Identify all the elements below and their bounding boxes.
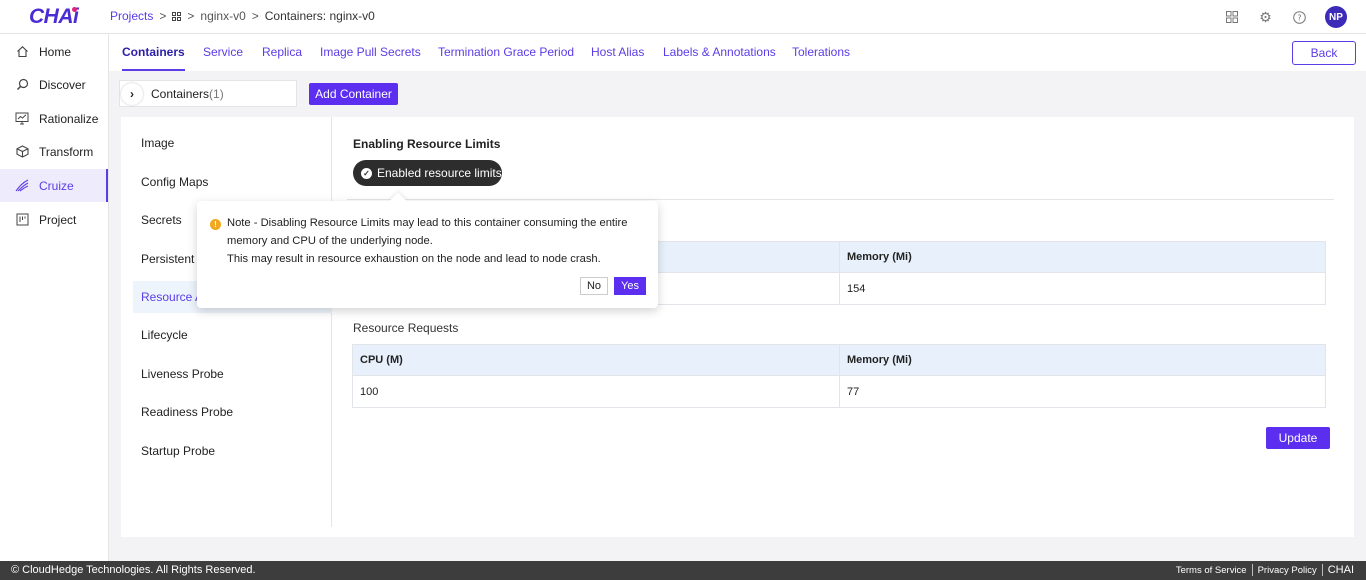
footer-brand: CHAI xyxy=(1327,564,1354,576)
sidebar-item-cruize[interactable]: Cruize xyxy=(0,169,108,202)
rationalize-icon xyxy=(14,111,30,127)
subnav-item-config-maps[interactable]: Config Maps xyxy=(133,166,332,198)
cruize-icon xyxy=(14,178,30,194)
help-icon[interactable]: ? xyxy=(1291,9,1308,26)
sidebar-item-rationalize[interactable]: Rationalize xyxy=(0,102,108,135)
limit-memory-value[interactable]: 154 xyxy=(839,273,1325,304)
tab-service[interactable]: Service xyxy=(203,45,243,59)
breadcrumb-separator: > xyxy=(187,9,195,23)
chai-logo[interactable]: CHAi xyxy=(29,5,79,29)
footer-divider xyxy=(1251,564,1253,576)
subnav-item-startup-probe[interactable]: Startup Probe xyxy=(133,435,332,467)
project-icon xyxy=(14,212,30,228)
tab-host-alias[interactable]: Host Alias xyxy=(591,45,644,59)
apps-grid-icon[interactable] xyxy=(172,11,182,21)
sidebar-item-label: Transform xyxy=(39,144,94,159)
sidebar-item-label: Project xyxy=(39,212,77,227)
update-button[interactable]: Update xyxy=(1266,427,1330,449)
transform-icon xyxy=(14,144,30,160)
container-config-card: Image Config Maps Secrets Persistent Vol… xyxy=(121,117,1354,537)
tabs-bar: Containers Service Replica Image Pull Se… xyxy=(109,34,1366,71)
subnav-item-lifecycle[interactable]: Lifecycle xyxy=(133,319,332,351)
sidebar-item-project[interactable]: Project xyxy=(0,203,108,236)
tab-containers[interactable]: Containers xyxy=(122,45,185,71)
top-bar: CHAi Projects > > nginx-v0 > Containers:… xyxy=(0,0,1366,34)
request-memory-value[interactable]: 77 xyxy=(839,376,1325,407)
discover-icon xyxy=(14,77,30,93)
containers-label: Containers(1) xyxy=(151,87,224,101)
breadcrumb-current: Containers: nginx-v0 xyxy=(264,9,375,23)
sidebar-item-label: Discover xyxy=(39,77,86,92)
sidebar-item-label: Home xyxy=(39,44,72,59)
avatar[interactable]: NP xyxy=(1325,6,1347,28)
warning-icon: ! xyxy=(210,219,221,230)
sidebar-item-label: Cruize xyxy=(39,178,74,193)
privacy-link[interactable]: Privacy Policy xyxy=(1258,565,1317,576)
sidebar-item-home[interactable]: Home xyxy=(0,35,108,68)
chevron-right-icon[interactable]: › xyxy=(121,82,143,105)
containers-count: (1) xyxy=(209,86,224,101)
subnav-item-liveness-probe[interactable]: Liveness Probe xyxy=(133,358,332,390)
request-cpu-value[interactable]: 100 xyxy=(353,376,839,407)
breadcrumb-projects[interactable]: Projects xyxy=(110,9,153,23)
copyright-text: © CloudHedge Technologies. All Rights Re… xyxy=(11,564,256,576)
tab-image-pull-secrets[interactable]: Image Pull Secrets xyxy=(320,45,421,59)
home-icon xyxy=(14,44,30,60)
toggle-label: Enabled resource limits xyxy=(377,166,502,180)
table-row: 100 77 xyxy=(353,375,1325,407)
sidebar-item-label: Rationalize xyxy=(39,111,99,126)
table-header-memory: Memory (Mi) xyxy=(839,345,1325,375)
popover-line: Note - Disabling Resource Limits may lea… xyxy=(227,217,628,229)
popover-message: Note - Disabling Resource Limits may lea… xyxy=(227,214,652,268)
terms-link[interactable]: Terms of Service xyxy=(1176,565,1247,576)
footer-divider xyxy=(1321,564,1323,576)
sidebar-item-discover[interactable]: Discover xyxy=(0,68,108,101)
container-subnav: Image Config Maps Secrets Persistent Vol… xyxy=(121,117,332,527)
tab-replica[interactable]: Replica xyxy=(262,45,302,59)
subnav-item-image[interactable]: Image xyxy=(133,127,332,159)
back-button[interactable]: Back xyxy=(1292,41,1356,65)
tab-termination-grace-period[interactable]: Termination Grace Period xyxy=(438,45,574,59)
footer-links: Terms of Service Privacy Policy CHAI xyxy=(1176,564,1354,576)
popover-line: memory and CPU of the underlying node. xyxy=(227,235,433,247)
section-title: Enabling Resource Limits xyxy=(353,137,501,151)
yes-button[interactable]: Yes xyxy=(614,277,646,295)
add-container-button[interactable]: Add Container xyxy=(309,83,398,105)
breadcrumb-separator: > xyxy=(251,9,259,23)
breadcrumb-project[interactable]: nginx-v0 xyxy=(200,9,245,23)
popover-line: This may result in resource exhaustion o… xyxy=(227,253,601,265)
tab-tolerations[interactable]: Tolerations xyxy=(792,45,850,59)
breadcrumb-separator: > xyxy=(159,9,167,23)
tab-labels-annotations[interactable]: Labels & Annotations xyxy=(663,45,776,59)
sidebar-item-transform[interactable]: Transform xyxy=(0,135,108,168)
table-header-row: CPU (M) Memory (Mi) xyxy=(353,345,1325,375)
gear-icon[interactable]: ⚙ xyxy=(1257,9,1274,26)
divider xyxy=(347,199,1334,200)
subnav-item-readiness-probe[interactable]: Readiness Probe xyxy=(133,396,332,428)
check-circle-icon: ✓ xyxy=(361,167,372,179)
table-header-cpu: CPU (M) xyxy=(360,354,403,366)
svg-text:?: ? xyxy=(1297,13,1301,22)
footer: © CloudHedge Technologies. All Rights Re… xyxy=(0,561,1366,580)
no-button[interactable]: No xyxy=(580,277,608,295)
containers-selector[interactable]: › Containers(1) xyxy=(119,80,297,107)
apps-icon[interactable] xyxy=(1223,9,1240,26)
sidebar: Home Discover Rationalize Transform Crui… xyxy=(0,34,109,561)
top-actions: ⚙ ? NP xyxy=(1223,6,1347,28)
disable-limits-popover: ! Note - Disabling Resource Limits may l… xyxy=(197,201,658,308)
resource-requests-title: Resource Requests xyxy=(353,321,459,335)
containers-label-text: Containers xyxy=(151,86,210,101)
table-header-memory: Memory (Mi) xyxy=(839,242,1325,272)
resource-limits-toggle[interactable]: ✓ Enabled resource limits xyxy=(353,160,502,186)
breadcrumb: Projects > > nginx-v0 > Containers: ngin… xyxy=(110,9,375,23)
resource-requests-table: CPU (M) Memory (Mi) 100 77 xyxy=(352,344,1326,408)
